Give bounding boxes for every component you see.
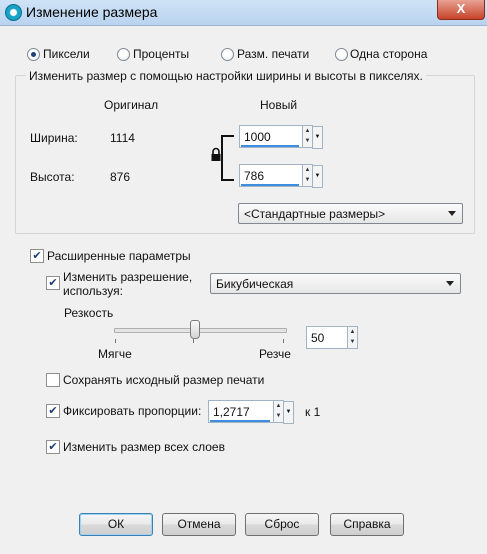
- height-dropdown-arrow[interactable]: ▼: [312, 165, 323, 188]
- lock-ratio-checkbox[interactable]: ✔: [46, 404, 60, 418]
- width-spinner[interactable]: ▲ ▼: [302, 126, 312, 147]
- sharper-label: Резче: [259, 347, 291, 361]
- keep-print-size-checkbox[interactable]: ✔: [46, 373, 60, 387]
- width-value: 1000: [244, 130, 271, 144]
- sharpness-value: 50: [311, 331, 325, 345]
- window-title: Изменение размера: [26, 4, 158, 20]
- sharpness-slider-track[interactable]: [114, 328, 287, 333]
- keep-print-size-label: Сохранять исходный размер печати: [63, 373, 265, 387]
- softer-label: Мягче: [98, 347, 132, 361]
- radio-one-side[interactable]: [335, 48, 348, 61]
- ratio-spinner[interactable]: ▲ ▼: [273, 401, 283, 422]
- cancel-button[interactable]: Отмена: [162, 513, 236, 536]
- radio-pixels[interactable]: [27, 48, 40, 61]
- slider-tick: [193, 339, 194, 343]
- height-underline: [241, 184, 299, 186]
- advanced-label: Расширенные параметры: [47, 249, 191, 263]
- advanced-checkbox[interactable]: ✔: [30, 249, 44, 263]
- ok-button[interactable]: ОК: [79, 513, 153, 536]
- chevron-down-icon: [448, 211, 456, 216]
- aspect-bracket: [221, 135, 234, 181]
- all-layers-checkbox[interactable]: ✔: [46, 440, 60, 454]
- preset-size-dropdown[interactable]: <Стандартные размеры>: [238, 203, 463, 224]
- ratio-underline: [210, 420, 270, 422]
- slider-tick: [115, 339, 116, 343]
- group-legend: Изменить размер с помощью настройки шири…: [26, 69, 426, 83]
- width-label: Ширина:: [30, 131, 78, 145]
- resample-method-dropdown[interactable]: Бикубическая: [210, 273, 461, 294]
- sharpness-label: Резкость: [64, 306, 114, 320]
- height-original: 876: [110, 170, 131, 184]
- preset-size-value: <Стандартные размеры>: [244, 207, 386, 221]
- original-header: Оригинал: [104, 98, 159, 112]
- height-value: 786: [244, 169, 265, 183]
- ratio-dropdown-arrow[interactable]: ▼: [283, 401, 294, 424]
- all-layers-label: Изменить размер всех слоев: [63, 440, 225, 454]
- slider-tick: [283, 339, 284, 343]
- radio-print-size[interactable]: [221, 48, 234, 61]
- close-button[interactable]: X: [437, 0, 485, 20]
- resample-checkbox[interactable]: ✔: [46, 276, 60, 290]
- height-label: Высота:: [30, 170, 75, 184]
- radio-pixels-label: Пиксели: [43, 47, 90, 61]
- ratio-suffix: к 1: [305, 405, 321, 419]
- lock-ratio-label: Фиксировать пропорции:: [63, 404, 202, 418]
- width-underline: [241, 145, 299, 147]
- resample-label: Изменить разрешение, используя:: [63, 270, 193, 298]
- lock-icon[interactable]: [210, 147, 222, 163]
- width-dropdown-arrow[interactable]: ▼: [312, 126, 323, 149]
- radio-percent-label: Проценты: [133, 47, 190, 61]
- radio-print-size-label: Разм. печати: [237, 47, 310, 61]
- radio-percent[interactable]: [117, 48, 130, 61]
- resample-method-value: Бикубическая: [216, 277, 294, 291]
- app-icon: [5, 4, 22, 21]
- ratio-value: 1,2717: [213, 405, 250, 419]
- chevron-down-icon: [446, 281, 454, 286]
- height-spinner[interactable]: ▲ ▼: [302, 165, 312, 186]
- sharpness-slider-thumb[interactable]: [190, 320, 200, 339]
- new-header: Новый: [260, 98, 298, 112]
- width-original: 1114: [110, 131, 135, 145]
- sharpness-input[interactable]: 50 ▲ ▼: [306, 326, 358, 349]
- help-button[interactable]: Справка: [330, 513, 404, 536]
- reset-button[interactable]: Сброс: [245, 513, 319, 536]
- radio-one-side-label: Одна сторона: [350, 47, 428, 61]
- sharpness-spinner[interactable]: ▲ ▼: [347, 327, 357, 348]
